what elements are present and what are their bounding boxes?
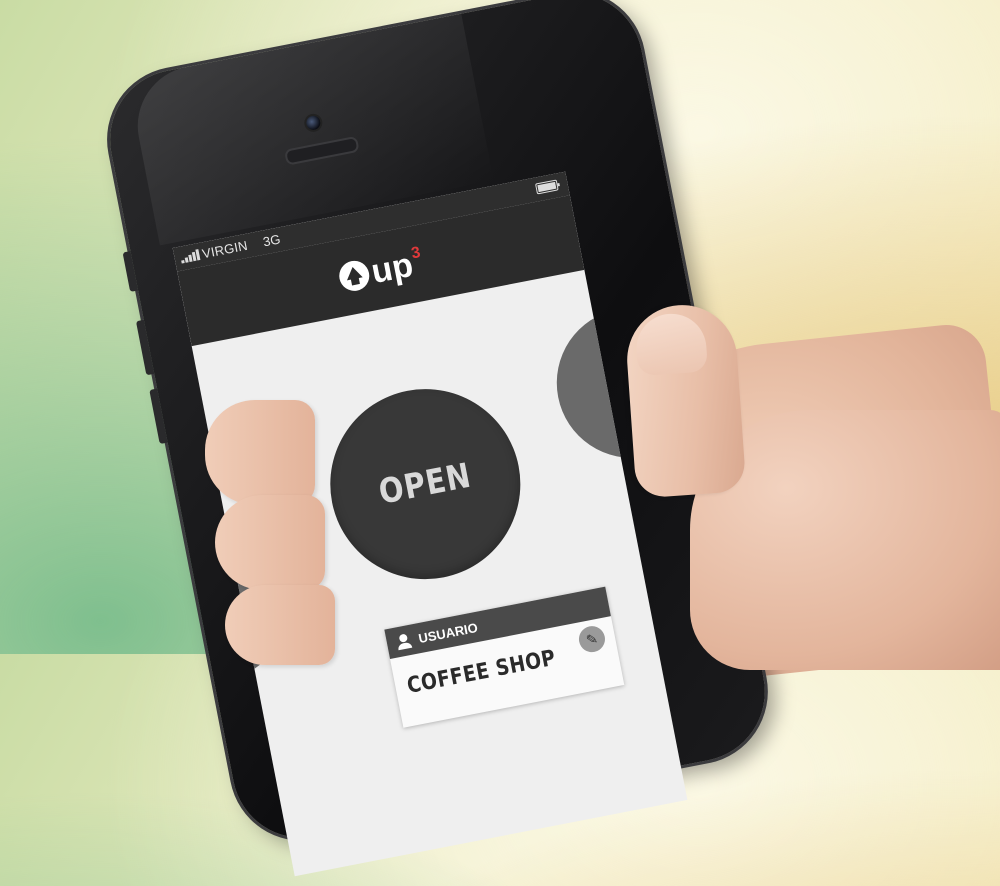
finger: [205, 400, 315, 505]
signal-strength-icon: [180, 249, 201, 264]
user-card: USUARIO COFFEE SHOP ✎: [384, 586, 625, 728]
user-card-header-label: USUARIO: [417, 619, 479, 646]
home-arrow-icon: [336, 258, 372, 294]
open-button-label: OPEN: [375, 455, 475, 513]
volume-up-button: [135, 319, 155, 376]
battery-icon: [535, 179, 559, 195]
open-button[interactable]: OPEN: [313, 372, 537, 596]
logo-text: up: [368, 245, 417, 292]
user-icon: [396, 633, 412, 649]
finger: [225, 585, 335, 665]
volume-down-button: [149, 388, 168, 445]
app-logo[interactable]: up 3: [336, 244, 425, 295]
hand-thumb: [623, 301, 747, 499]
mute-switch: [122, 251, 139, 292]
carrier-name: VIRGIN: [200, 237, 249, 262]
network-type: 3G: [261, 231, 282, 250]
finger: [215, 495, 325, 590]
thumb-nail: [634, 311, 709, 377]
